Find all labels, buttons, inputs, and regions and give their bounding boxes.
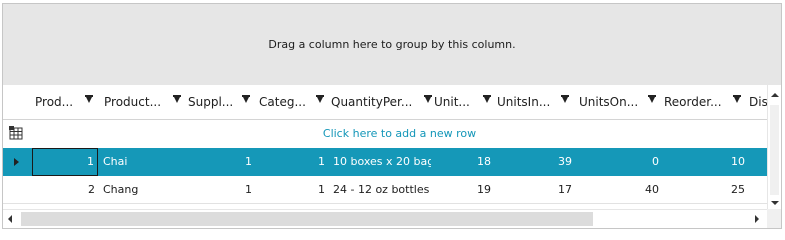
column-header-row: Prod... Product... Suppl... Categ... Qua… [3, 85, 767, 120]
cell-supplier-id[interactable]: 1 [188, 148, 252, 176]
column-header-label: Suppl... [188, 95, 234, 109]
column-header-units-on-order[interactable]: UnitsOn... [579, 85, 658, 119]
cell-units-on-order[interactable]: 40 [579, 176, 659, 204]
filter-icon[interactable] [424, 95, 432, 103]
horizontal-scrollbar[interactable] [3, 209, 767, 228]
scroll-up-icon[interactable] [771, 93, 779, 97]
column-header-label: Product... [104, 95, 162, 109]
new-row-grid-icon [9, 126, 23, 140]
cell-unit-price[interactable]: 18 [477, 148, 497, 176]
column-header-label: Unit... [434, 95, 470, 109]
column-header-label: UnitsIn... [497, 95, 551, 109]
cell-quantity-per-unit[interactable]: 10 boxes x 20 bags [333, 148, 431, 176]
filter-icon[interactable] [316, 95, 324, 103]
column-header-label: Categ... [259, 95, 306, 109]
cell-category-id[interactable]: 1 [259, 176, 325, 204]
cell-quantity-per-unit[interactable]: 24 - 12 oz bottles [333, 176, 431, 204]
column-header-label: Dis [749, 95, 767, 109]
column-header-category-id[interactable]: Categ... [259, 85, 327, 119]
column-header-label: Reorder... [664, 95, 722, 109]
column-header-supplier-id[interactable]: Suppl... [188, 85, 254, 119]
group-panel-hint: Drag a column here to group by this colu… [268, 38, 516, 51]
column-header-product-id[interactable]: Prod... [35, 85, 99, 119]
current-row-indicator [3, 148, 32, 176]
vertical-scroll-thumb[interactable] [770, 105, 779, 195]
table-row[interactable]: 2 Chang 1 1 24 - 12 oz bottles 19 17 40 … [3, 176, 767, 204]
scroll-right-icon[interactable] [755, 215, 759, 223]
add-new-row[interactable]: Click here to add a new row [3, 120, 767, 149]
column-header-unit-price[interactable]: Unit... [434, 85, 494, 119]
cell-product-id[interactable]: 1 [32, 148, 98, 176]
filter-icon[interactable] [85, 95, 93, 103]
filter-icon[interactable] [173, 95, 181, 103]
cell-units-on-order[interactable]: 0 [579, 148, 659, 176]
column-header-units-in-stock[interactable]: UnitsIn... [497, 85, 573, 119]
row-indicator [3, 176, 32, 204]
cell-category-id[interactable]: 1 [259, 148, 325, 176]
cell-units-in-stock[interactable]: 17 [497, 176, 572, 204]
column-header-label: UnitsOn... [579, 95, 639, 109]
scroll-left-icon[interactable] [8, 215, 12, 223]
column-header-label: QuantityPer... [331, 95, 413, 109]
column-header-discontinued[interactable]: Dis [749, 85, 767, 119]
add-new-row-label: Click here to add a new row [322, 127, 477, 140]
current-row-arrow-icon [14, 158, 19, 166]
cell-reorder-level[interactable]: 25 [731, 176, 751, 204]
horizontal-scroll-thumb[interactable] [21, 212, 593, 226]
cell-units-in-stock[interactable]: 39 [497, 148, 572, 176]
cell-product-id[interactable]: 2 [32, 176, 98, 204]
filter-icon[interactable] [242, 95, 250, 103]
filter-icon[interactable] [483, 95, 491, 103]
cell-supplier-id[interactable]: 1 [188, 176, 252, 204]
filter-icon[interactable] [648, 95, 656, 103]
group-by-panel[interactable]: Drag a column here to group by this colu… [3, 4, 781, 85]
filter-icon[interactable] [561, 95, 569, 103]
filter-icon[interactable] [733, 95, 741, 103]
scrollbar-corner [767, 209, 781, 228]
column-header-reorder-level[interactable]: Reorder... [664, 85, 744, 119]
table-row[interactable]: 1 Chai 1 1 10 boxes x 20 bags 18 39 0 10 [3, 148, 767, 176]
cell-reorder-level[interactable]: 10 [731, 148, 751, 176]
column-header-label: Prod... [35, 95, 74, 109]
column-header-product-name[interactable]: Product... [104, 85, 185, 119]
cell-product-name[interactable]: Chai [103, 148, 183, 176]
scroll-down-icon[interactable] [771, 201, 779, 205]
cell-product-name[interactable]: Chang [103, 176, 183, 204]
column-header-quantity-per-unit[interactable]: QuantityPer... [331, 85, 432, 119]
cell-unit-price[interactable]: 19 [477, 176, 497, 204]
vertical-scrollbar[interactable] [767, 85, 781, 215]
data-grid[interactable]: Drag a column here to group by this colu… [2, 3, 782, 229]
